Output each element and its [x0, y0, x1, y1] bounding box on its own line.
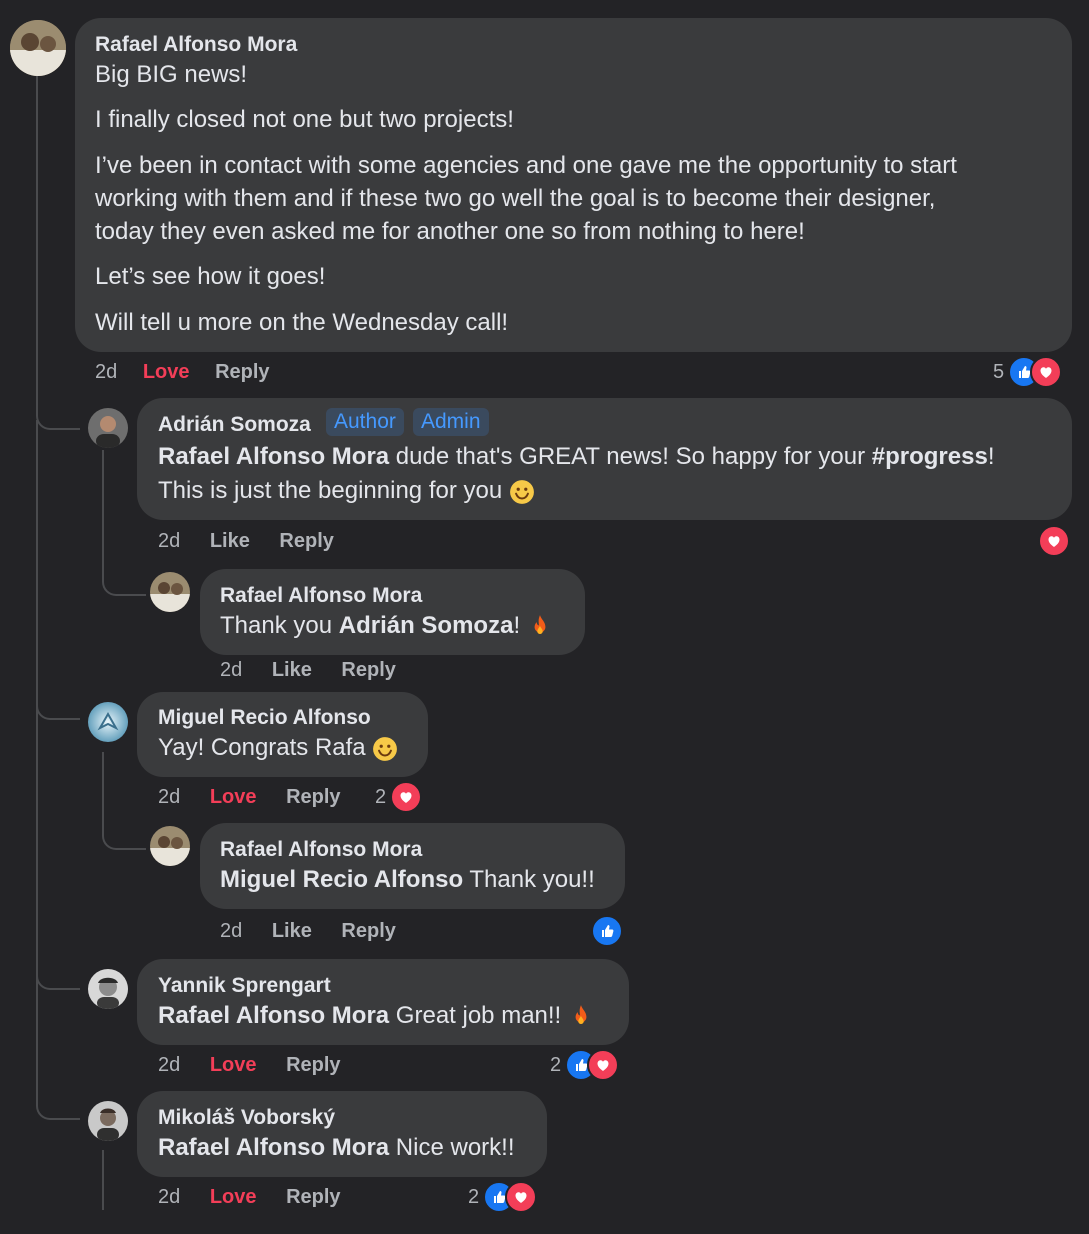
heart-icon: [1030, 356, 1063, 388]
post-actions: 2d Love Reply: [95, 361, 270, 384]
comment-text: Rafael Alfonso Mora Great job man!!: [158, 999, 594, 1032]
comment-author[interactable]: Yannik Sprengart: [158, 974, 331, 998]
reply-text: Miguel Recio Alfonso Thank you!!: [220, 866, 595, 893]
timestamp: 2d: [95, 361, 118, 383]
post-paragraph: I finally closed not one but two project…: [95, 106, 514, 133]
reaction-count: 2: [550, 1053, 562, 1076]
hashtag[interactable]: #progress: [872, 443, 988, 470]
comment-actions: 2d Love Reply: [158, 1054, 341, 1077]
thread-connector: [36, 940, 80, 990]
reaction-count: 5: [993, 360, 1005, 383]
reaction-summary[interactable]: [591, 915, 623, 947]
heart-icon: [505, 1181, 538, 1213]
love-button[interactable]: Love: [143, 361, 190, 384]
reaction-summary[interactable]: 5: [993, 356, 1063, 388]
post-paragraph: Will tell u more on the Wednesday call!: [95, 309, 509, 336]
thread-line: [36, 76, 38, 406]
reply-button[interactable]: Reply: [341, 659, 395, 682]
comment-text: Rafael Alfonso Mora Nice work!!: [158, 1134, 515, 1161]
post-paragraph: today they even asked me for another one…: [95, 218, 805, 245]
avatar[interactable]: [10, 20, 66, 76]
reply-actions: 2d Like Reply: [220, 920, 396, 943]
post-paragraph: Big BIG news!: [95, 61, 248, 88]
comment-author[interactable]: Adrián Somoza: [158, 413, 311, 437]
timestamp: 2d: [220, 659, 243, 681]
like-button[interactable]: Like: [272, 920, 312, 943]
reaction-count: 2: [375, 785, 387, 808]
reply-button[interactable]: Reply: [279, 530, 333, 553]
reply-button[interactable]: Reply: [215, 361, 269, 384]
fire-emoji-icon: [568, 1004, 594, 1030]
fire-emoji-icon: [527, 614, 553, 640]
thread-line: [36, 980, 38, 1080]
reply-actions: 2d Like Reply: [220, 659, 396, 682]
post-paragraph: Let’s see how it goes!: [95, 263, 326, 290]
love-button[interactable]: Love: [210, 1186, 257, 1209]
timestamp: 2d: [220, 920, 243, 942]
love-button[interactable]: Love: [210, 1054, 257, 1077]
timestamp: 2d: [158, 530, 181, 552]
reply-button[interactable]: Reply: [341, 920, 395, 943]
thread-connector: [36, 670, 80, 720]
love-button[interactable]: Love: [210, 786, 257, 809]
avatar[interactable]: [150, 826, 190, 866]
reply-connector: [102, 752, 146, 850]
reaction-summary[interactable]: 2: [550, 1049, 620, 1081]
avatar[interactable]: [88, 969, 128, 1009]
mention[interactable]: Rafael Alfonso Mora: [158, 443, 389, 470]
reply-button[interactable]: Reply: [286, 1186, 340, 1209]
thread-connector: [36, 1070, 80, 1120]
comment-author[interactable]: Mikoláš Voborský: [158, 1106, 335, 1130]
reply-button[interactable]: Reply: [286, 786, 340, 809]
heart-icon: [1038, 525, 1070, 557]
admin-badge: Admin: [413, 408, 489, 436]
comment-actions: 2d Love Reply: [158, 786, 341, 809]
mention[interactable]: Rafael Alfonso Mora: [158, 1002, 389, 1029]
reaction-summary[interactable]: 2: [468, 1181, 538, 1213]
reaction-summary[interactable]: [1038, 525, 1070, 557]
avatar[interactable]: [88, 408, 128, 448]
timestamp: 2d: [158, 786, 181, 808]
smile-emoji-icon: [509, 479, 535, 505]
mention[interactable]: Rafael Alfonso Mora: [158, 1134, 389, 1161]
post-paragraph: working with them and if these two go we…: [95, 185, 936, 212]
post-author[interactable]: Rafael Alfonso Mora: [95, 33, 297, 57]
comment-text-line2: This is just the beginning for you: [158, 474, 535, 507]
thread-line: [102, 1150, 104, 1210]
like-button[interactable]: Like: [272, 659, 312, 682]
mention[interactable]: Miguel Recio Alfonso: [220, 866, 463, 893]
avatar[interactable]: [88, 702, 128, 742]
mention[interactable]: Adrián Somoza: [339, 612, 514, 639]
comment-actions: 2d Like Reply: [158, 530, 334, 553]
comment-actions: 2d Love Reply: [158, 1186, 341, 1209]
reply-author[interactable]: Rafael Alfonso Mora: [220, 838, 422, 862]
reaction-summary[interactable]: 2: [375, 781, 423, 813]
like-icon: [591, 915, 623, 947]
smile-emoji-icon: [372, 736, 398, 762]
avatar[interactable]: [150, 572, 190, 612]
post-paragraph: I’ve been in contact with some agencies …: [95, 152, 957, 179]
comment-text: Rafael Alfonso Mora dude that's GREAT ne…: [158, 443, 995, 470]
heart-icon: [390, 781, 423, 813]
author-badge: Author: [326, 408, 404, 436]
like-button[interactable]: Like: [210, 530, 250, 553]
timestamp: 2d: [158, 1054, 181, 1076]
reply-text: Thank you Adrián Somoza!: [220, 609, 553, 642]
thread-connector: [36, 380, 80, 430]
thread-line: [36, 420, 38, 710]
comment-author[interactable]: Miguel Recio Alfonso: [158, 706, 371, 730]
reply-button[interactable]: Reply: [286, 1054, 340, 1077]
reaction-count: 2: [468, 1185, 480, 1208]
heart-icon: [587, 1049, 620, 1081]
avatar[interactable]: [88, 1101, 128, 1141]
reply-author[interactable]: Rafael Alfonso Mora: [220, 584, 422, 608]
comment-text: Yay! Congrats Rafa: [158, 731, 398, 764]
timestamp: 2d: [158, 1186, 181, 1208]
